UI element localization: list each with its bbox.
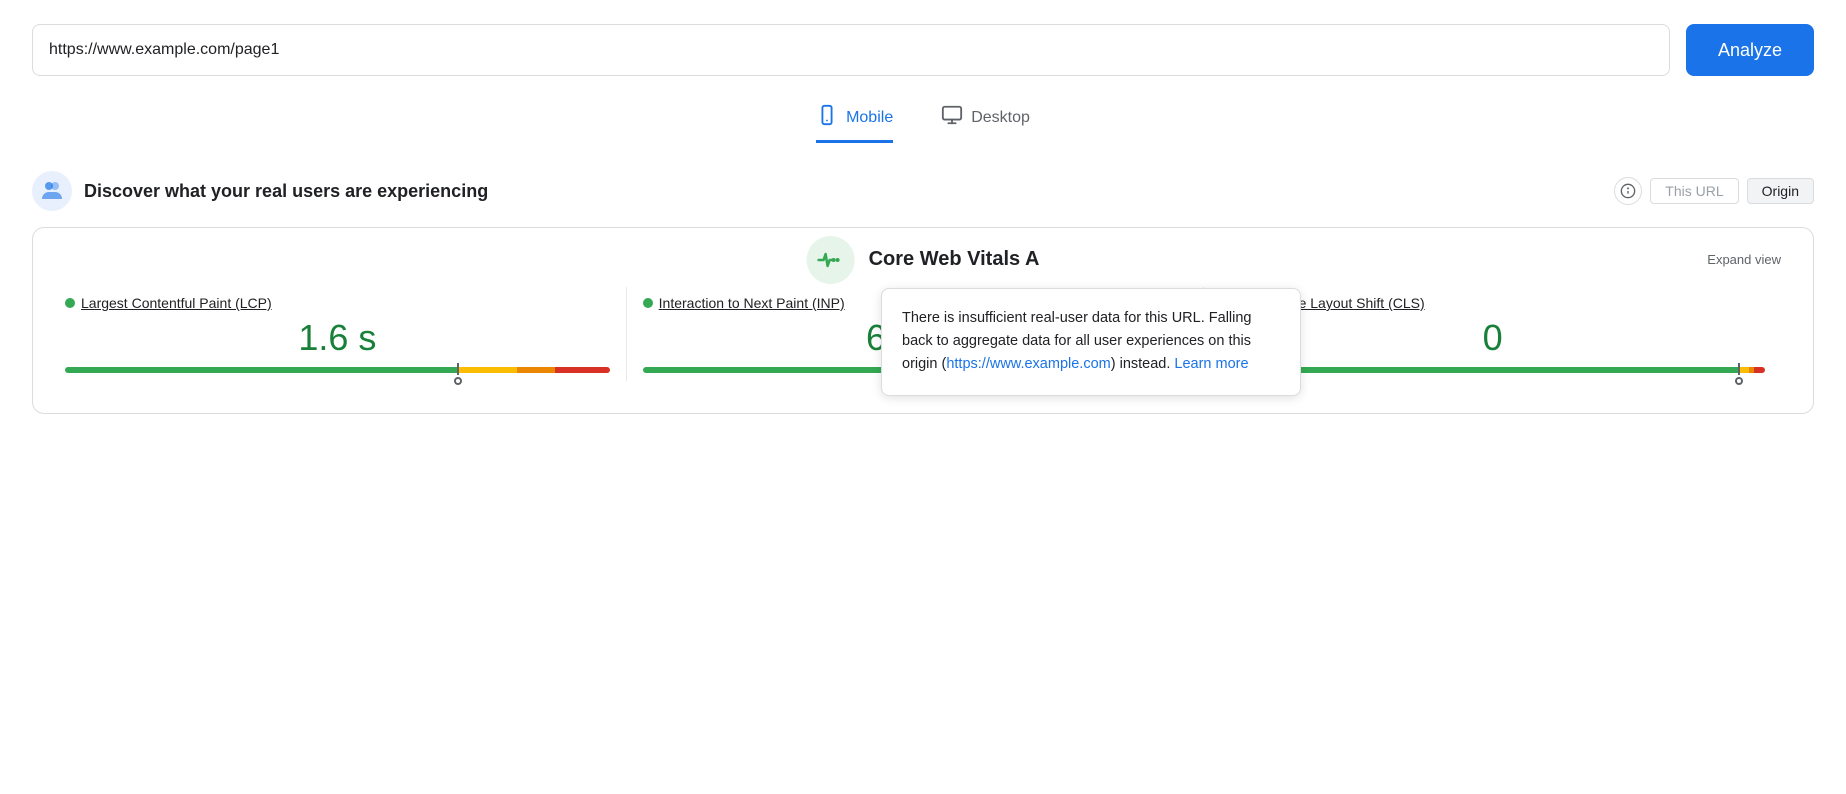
info-icon[interactable]	[1614, 177, 1642, 205]
metric-lcp-dot	[65, 298, 75, 308]
section-header: Discover what your real users are experi…	[32, 171, 1814, 211]
url-bar-row: Analyze	[32, 24, 1814, 76]
tab-mobile[interactable]: Mobile	[816, 104, 893, 143]
lcp-marker	[457, 363, 459, 375]
lcp-bar-yellow	[457, 367, 517, 373]
tooltip-link[interactable]: https://www.example.com	[946, 356, 1110, 372]
metric-lcp: Largest Contentful Paint (LCP) 1.6 s	[65, 287, 626, 381]
tooltip-learn-more[interactable]: Learn more	[1174, 356, 1248, 372]
metric-lcp-label[interactable]: Largest Contentful Paint (LCP)	[65, 295, 610, 311]
lcp-bar-red	[555, 367, 609, 373]
metric-cls-bar	[1220, 367, 1765, 373]
tab-desktop-label: Desktop	[971, 109, 1030, 127]
tab-desktop[interactable]: Desktop	[941, 104, 1030, 143]
mobile-icon	[816, 104, 838, 132]
expand-view-link[interactable]: Expand view	[1707, 252, 1781, 267]
desktop-icon	[941, 104, 963, 132]
metric-cls-value: 0	[1220, 317, 1765, 359]
metric-inp-dot	[643, 298, 653, 308]
cwv-header-row: Core Web Vitals A Expand view	[65, 252, 1781, 267]
cls-marker	[1738, 363, 1740, 375]
metric-cls-label[interactable]: Cumulative Layout Shift (CLS)	[1220, 295, 1765, 311]
metric-lcp-bar	[65, 367, 610, 373]
url-origin-toggle: This URL Origin	[1614, 177, 1814, 205]
tabs-row: Mobile Desktop	[32, 104, 1814, 143]
cwv-title: Core Web Vitals A	[869, 248, 1040, 271]
lcp-marker-pin	[454, 377, 462, 385]
cwv-icon	[807, 236, 855, 284]
lcp-bar-orange	[517, 367, 555, 373]
origin-button[interactable]: Origin	[1747, 178, 1814, 204]
cls-marker-pin	[1735, 377, 1743, 385]
lcp-bar-green	[65, 367, 457, 373]
tooltip-text-after: ) instead.	[1111, 356, 1175, 372]
section-title-group: Discover what your real users are experi…	[32, 171, 488, 211]
tooltip: There is insufficient real-user data for…	[881, 288, 1301, 396]
this-url-button[interactable]: This URL	[1650, 178, 1738, 204]
cls-bar-red	[1754, 367, 1765, 373]
url-input[interactable]	[32, 24, 1670, 76]
main-card: Core Web Vitals A Expand view There is i…	[32, 227, 1814, 414]
section-avatar	[32, 171, 72, 211]
cwv-title-group: Core Web Vitals A	[807, 236, 1040, 284]
analyze-button[interactable]: Analyze	[1686, 24, 1814, 76]
tab-mobile-label: Mobile	[846, 109, 893, 127]
section-title: Discover what your real users are experi…	[84, 181, 488, 202]
metric-lcp-value: 1.6 s	[65, 317, 610, 359]
